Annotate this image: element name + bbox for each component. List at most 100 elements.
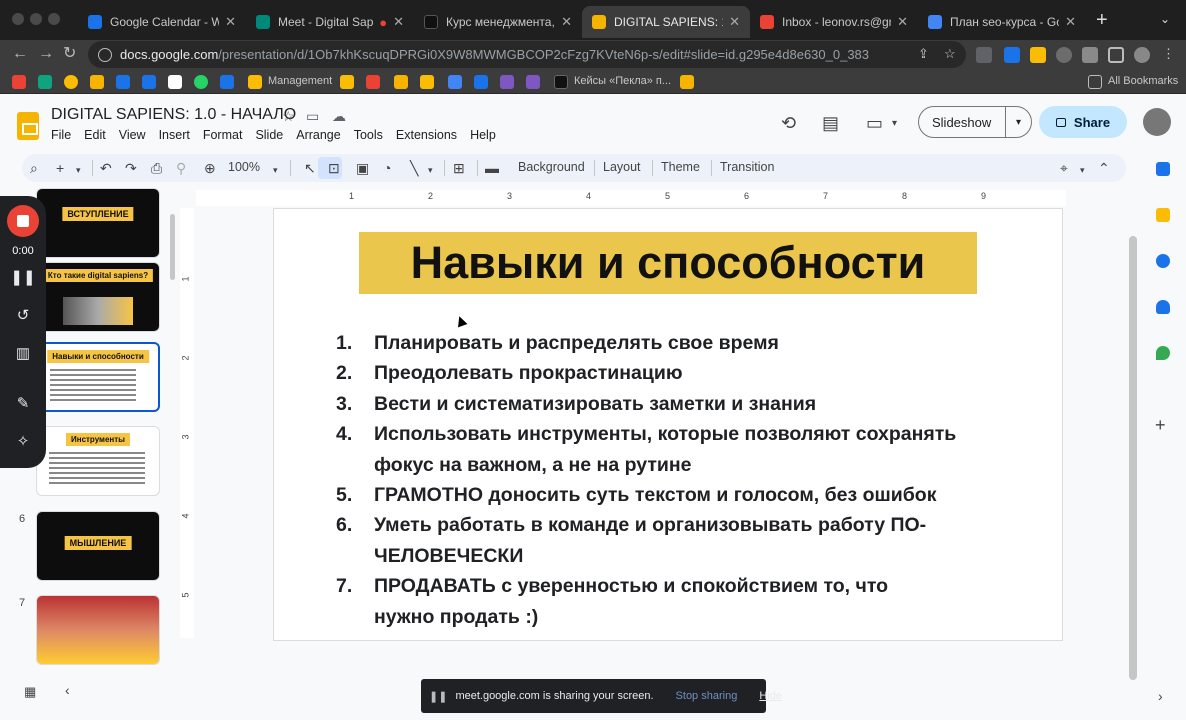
user-avatar[interactable] bbox=[1143, 108, 1171, 136]
insert-image-icon[interactable]: ▣ bbox=[356, 159, 369, 177]
window-close-dot[interactable] bbox=[12, 13, 24, 25]
zoom-chevron-icon[interactable]: ▾ bbox=[273, 161, 278, 179]
bookmark-star-icon[interactable]: ☆ bbox=[944, 46, 956, 62]
line-icon[interactable]: ╲ bbox=[410, 159, 418, 177]
meet-camera-icon[interactable]: ▭ bbox=[866, 113, 883, 134]
move-folder-icon[interactable]: ▭ bbox=[306, 108, 319, 125]
pause-icon[interactable]: ❚❚ bbox=[0, 268, 46, 286]
forward-arrow-icon[interactable]: → bbox=[38, 45, 54, 63]
expand-side-panel-chevron-icon[interactable]: › bbox=[1158, 688, 1163, 704]
slide-thumbnail-7[interactable]: МЫШЛЕНИЕ bbox=[36, 511, 160, 581]
browser-menu-icon[interactable]: ⋮ bbox=[1162, 46, 1175, 62]
window-zoom-dot[interactable] bbox=[48, 13, 60, 25]
extensions-puzzle-icon[interactable] bbox=[1082, 47, 1098, 63]
share-button[interactable]: Share bbox=[1039, 106, 1127, 138]
menu-help[interactable]: Help bbox=[470, 128, 496, 142]
profile-avatar-icon[interactable] bbox=[1134, 47, 1150, 63]
bookmark-miro-icon[interactable] bbox=[90, 75, 104, 89]
draw-pen-icon[interactable]: ✎ bbox=[0, 394, 46, 412]
version-history-icon[interactable]: ⟲ bbox=[781, 113, 796, 134]
close-tab-icon[interactable]: ✕ bbox=[1065, 14, 1076, 30]
select-cursor-icon[interactable]: ↖ bbox=[304, 159, 316, 177]
slideshow-button[interactable]: Slideshow ▾ bbox=[918, 106, 1032, 138]
back-arrow-icon[interactable]: ← bbox=[12, 45, 28, 63]
bookmark-openai-icon[interactable] bbox=[38, 75, 52, 89]
bookmark-notes-icon[interactable] bbox=[168, 75, 182, 89]
slide-thumbnail-5-selected[interactable]: Навыки и способности bbox=[36, 342, 160, 412]
bookmark-youtube-icon[interactable] bbox=[366, 75, 380, 89]
close-tab-icon[interactable]: ✕ bbox=[393, 14, 404, 30]
hide-menus-chevron-icon[interactable]: ⌃ bbox=[1098, 159, 1110, 177]
skills-list[interactable]: 1. Планировать и распределять свое время… bbox=[336, 328, 1036, 632]
bookmark-slides-icon[interactable] bbox=[394, 75, 408, 89]
bookmark-gmail-icon[interactable] bbox=[12, 75, 26, 89]
meet-chevron-icon[interactable]: ▾ bbox=[892, 118, 897, 129]
menu-view[interactable]: View bbox=[119, 128, 146, 142]
line-chevron-icon[interactable]: ▾ bbox=[428, 161, 433, 179]
close-tab-icon[interactable]: ✕ bbox=[225, 14, 236, 30]
bookmark-drive2-icon[interactable] bbox=[340, 75, 354, 89]
canvas-scrollbar[interactable] bbox=[1129, 236, 1137, 680]
address-bar[interactable]: docs.google.com /presentation/d/1Ob7khKs… bbox=[88, 41, 966, 68]
bookmark-key-icon[interactable] bbox=[220, 75, 234, 89]
extension-translate-icon[interactable] bbox=[1004, 47, 1020, 63]
theme-button[interactable]: Theme bbox=[661, 160, 700, 174]
close-tab-icon[interactable]: ✕ bbox=[561, 14, 572, 30]
menu-extensions[interactable]: Extensions bbox=[396, 128, 457, 142]
browser-tab-course[interactable]: Курс менеджмента, к ✕ bbox=[414, 6, 582, 38]
calendar-app-icon[interactable] bbox=[1156, 162, 1170, 176]
delete-icon[interactable]: ▥ bbox=[0, 344, 46, 362]
text-box-icon[interactable]: ⊡ bbox=[328, 159, 340, 177]
tab-search-chevron-icon[interactable]: ⌄ bbox=[1160, 12, 1170, 26]
bookmark-code-icon[interactable] bbox=[474, 75, 488, 89]
comments-icon[interactable]: ▤ bbox=[822, 113, 839, 134]
browser-tab-slides-active[interactable]: DIGITAL SAPIENS: 1.0 - ✕ bbox=[582, 6, 750, 38]
slide-title[interactable]: Навыки и способности bbox=[359, 232, 977, 294]
stop-recording-button[interactable] bbox=[7, 205, 39, 237]
new-tab-button[interactable]: + bbox=[1096, 10, 1108, 30]
menu-insert[interactable]: Insert bbox=[159, 128, 190, 142]
bookmark-pekla-icon[interactable] bbox=[554, 75, 568, 89]
filmstrip-scrollbar[interactable] bbox=[170, 214, 175, 280]
document-title[interactable]: DIGITAL SAPIENS: 1.0 - НАЧАЛО bbox=[51, 106, 296, 124]
bookmark-forms-icon[interactable] bbox=[500, 75, 514, 89]
bookmark-whatsapp-icon[interactable] bbox=[194, 75, 208, 89]
menu-file[interactable]: File bbox=[51, 128, 71, 142]
stop-sharing-button[interactable]: Stop sharing bbox=[676, 690, 738, 702]
editing-mode-pen-icon[interactable]: ⌖ bbox=[1060, 159, 1068, 177]
drag-handle-icon[interactable]: ❚❚ bbox=[429, 690, 447, 703]
new-slide-plus-icon[interactable]: + bbox=[56, 159, 64, 177]
get-addons-plus-icon[interactable]: + bbox=[1155, 416, 1169, 434]
browser-tab-meet[interactable]: Meet - Digital Sapie ● ✕ bbox=[246, 6, 414, 38]
contacts-app-icon[interactable] bbox=[1156, 300, 1170, 314]
extension-code-icon[interactable] bbox=[976, 47, 992, 63]
new-slide-chevron-icon[interactable]: ▾ bbox=[76, 161, 81, 179]
paint-format-icon[interactable]: ⚲ bbox=[176, 159, 186, 177]
collapse-filmstrip-chevron-icon[interactable]: ‹ bbox=[65, 682, 70, 698]
slide-thumbnail-3[interactable]: ВСТУПЛЕНИЕ bbox=[36, 188, 160, 258]
menu-tools[interactable]: Tools bbox=[354, 128, 383, 142]
browser-tab-gmail[interactable]: Inbox - leonov.rs@gmai ✕ bbox=[750, 6, 918, 38]
menu-arrange[interactable]: Arrange bbox=[296, 128, 340, 142]
extension-shield-icon[interactable] bbox=[1056, 47, 1072, 63]
zoom-icon[interactable]: ⊕ bbox=[204, 159, 216, 177]
layout-button[interactable]: Layout bbox=[603, 160, 641, 174]
tasks-app-icon[interactable] bbox=[1156, 254, 1170, 268]
zoom-value[interactable]: 100% bbox=[228, 160, 260, 174]
all-bookmarks[interactable]: All Bookmarks bbox=[1108, 75, 1178, 87]
menu-format[interactable]: Format bbox=[203, 128, 243, 142]
menu-slide[interactable]: Slide bbox=[255, 128, 283, 142]
extension-colorful-icon[interactable] bbox=[1030, 47, 1046, 63]
browser-tab-docs[interactable]: План seo-курса - Goog ✕ bbox=[918, 6, 1086, 38]
add-comment-icon[interactable]: ⊞ bbox=[453, 159, 465, 177]
menu-edit[interactable]: Edit bbox=[84, 128, 106, 142]
bookmark-translate-icon[interactable] bbox=[448, 75, 462, 89]
restart-icon[interactable]: ↺ bbox=[0, 306, 46, 324]
shape-icon[interactable]: ◔ bbox=[383, 159, 391, 177]
site-info-icon[interactable] bbox=[98, 47, 112, 62]
editing-mode-chevron-icon[interactable]: ▾ bbox=[1080, 161, 1085, 179]
browser-tab-calendar[interactable]: Google Calendar - Weel ✕ bbox=[78, 6, 246, 38]
bookmark-arrow-icon[interactable] bbox=[116, 75, 130, 89]
transition-button[interactable]: Transition bbox=[720, 160, 774, 174]
google-slides-logo-icon[interactable] bbox=[17, 112, 39, 140]
